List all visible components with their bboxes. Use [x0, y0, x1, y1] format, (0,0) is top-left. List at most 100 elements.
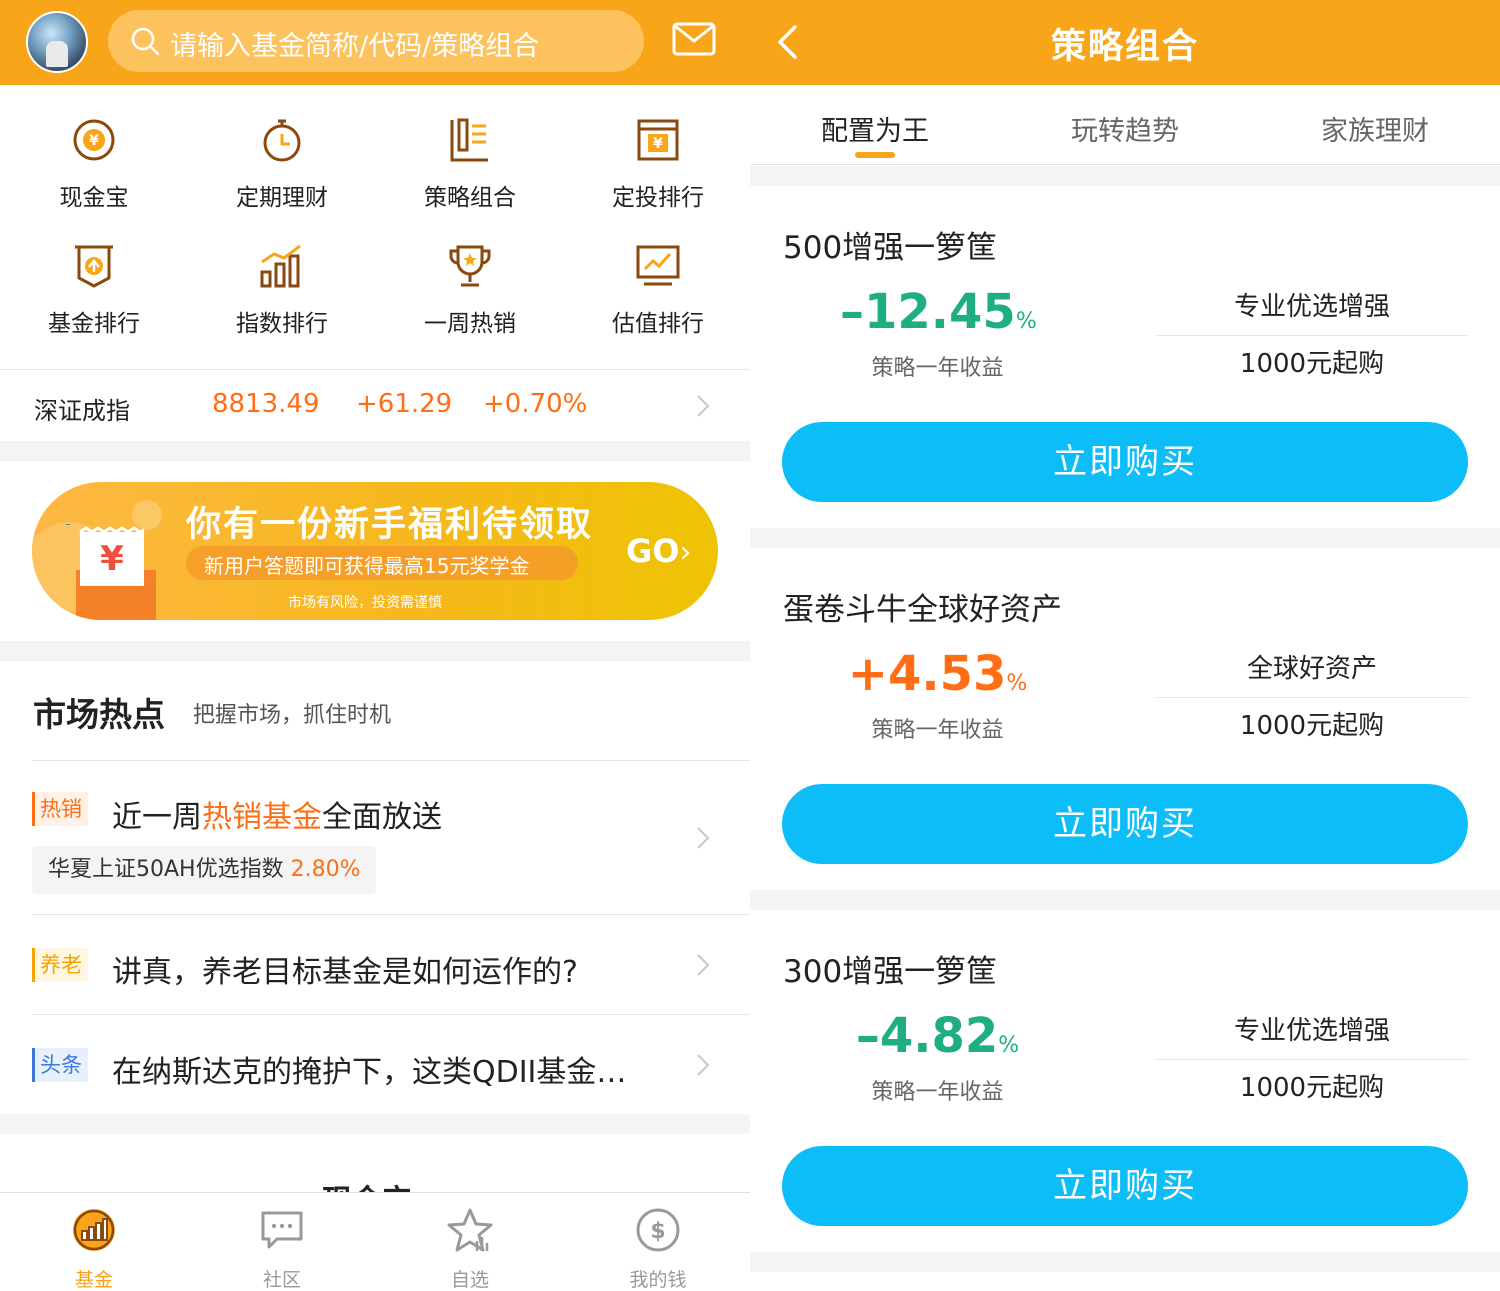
news-item[interactable]: 热销 近一周热销基金全面放送 华夏上证50AH优选指数 2.80% — [32, 762, 750, 914]
news-tag: 头条 — [32, 1048, 88, 1082]
grid-item-cash[interactable]: ¥ 现金宝 — [0, 108, 188, 223]
index-quote-row[interactable]: 深证成指 8813.49 +61.29 +0.70% — [0, 371, 750, 441]
strategy-tag: 专业优选增强 — [1233, 1016, 1390, 1046]
search-bar[interactable]: 请输入基金简称/代码/策略组合 — [108, 10, 644, 72]
nav-tab-watchlist[interactable]: 自选 — [376, 1193, 564, 1291]
banner-risk-note: 市场有风险，投资需谨慎 — [288, 595, 442, 611]
strategy-min-purchase: 1000元起购 — [1239, 349, 1385, 379]
nav-label: 自选 — [450, 1269, 489, 1291]
news-title-pre: 近一周 — [112, 800, 202, 835]
market-hot-title: 市场热点 — [33, 695, 165, 734]
cash-yen-icon: ¥ — [73, 119, 115, 161]
news-tag: 养老 — [32, 948, 88, 982]
news-title: 讲真，养老目标基金是如何运作的? — [112, 955, 578, 990]
return-label: 策略一年收益 — [871, 718, 1004, 743]
return-label: 策略一年收益 — [871, 356, 1004, 381]
grid-item-fixed-term[interactable]: 定期理财 — [188, 108, 376, 223]
strategy-name: 500增强一箩筐 — [783, 230, 998, 266]
grid-label: 定投排行 — [612, 185, 704, 211]
nav-label: 社区 — [262, 1269, 301, 1291]
grid-item-weekly-hot[interactable]: 一周热销 — [376, 234, 564, 349]
chevron-right-icon: › — [679, 535, 692, 570]
section-gap — [750, 166, 1500, 186]
divider — [1156, 335, 1468, 336]
fund-chip[interactable]: 华夏上证50AH优选指数 2.80% — [32, 846, 377, 894]
divider — [1156, 1059, 1468, 1060]
search-placeholder: 请输入基金简称/代码/策略组合 — [170, 31, 540, 62]
section-gap — [0, 641, 750, 661]
news-item[interactable]: 头条 在纳斯达克的掩护下，这类QDII基金… — [32, 1015, 750, 1114]
strategy-card[interactable]: 500增强一箩筐 –12.45% 策略一年收益 专业优选增强 1000元起购 立… — [750, 186, 1500, 526]
index-change: +61.29 — [356, 389, 453, 419]
quick-entry-grid: ¥ 现金宝 定期理财 策略组合 ¥ 定投排行 基金排行 指数排行 一周热销 估值… — [0, 108, 750, 348]
divider — [1156, 697, 1468, 698]
stopwatch-icon — [263, 119, 301, 162]
newbie-gift-banner[interactable]: ¥ 你有一份新手福利待领取 新用户答题即可获得最高15元奖学金 市场有风险，投资… — [32, 482, 718, 620]
grid-item-aip-rank[interactable]: ¥ 定投排行 — [564, 108, 750, 223]
grid-label: 现金宝 — [59, 185, 129, 211]
return-unit: % — [998, 1033, 1020, 1058]
nav-label: 我的钱 — [629, 1269, 687, 1291]
nav-tab-fund[interactable]: 基金 — [0, 1193, 188, 1291]
strategy-tag: 全球好资产 — [1246, 654, 1377, 684]
active-tab-indicator — [855, 152, 895, 158]
grid-label: 基金排行 — [48, 311, 140, 337]
strategy-min-purchase: 1000元起购 — [1239, 711, 1385, 741]
buy-now-button[interactable]: 立即购买 — [782, 784, 1468, 864]
tab-trend[interactable]: 玩转趋势 — [1000, 109, 1250, 148]
section-gap — [750, 528, 1500, 548]
grid-item-valuation-rank[interactable]: 估值排行 — [564, 234, 750, 349]
fund-percent: 2.80% — [290, 857, 361, 882]
chevron-right-icon — [697, 395, 710, 417]
market-hot-subtitle: 把握市场，抓住时机 — [193, 703, 392, 728]
svg-text:¥: ¥ — [89, 133, 99, 149]
chat-bubble-icon — [261, 1211, 303, 1249]
arrow-up-shield-icon — [75, 245, 113, 288]
fund-name: 华夏上证50AH优选指数 — [48, 857, 284, 882]
page-title: 策略组合 — [1050, 27, 1199, 67]
nav-tab-my-money[interactable]: $ 我的钱 — [564, 1193, 750, 1291]
strategy-return: –4.82% — [840, 1008, 1035, 1064]
grid-item-strategy[interactable]: 策略组合 — [376, 108, 564, 223]
fund-home-screen: 请输入基金简称/代码/策略组合 ¥ 现金宝 定期理财 策略组合 ¥ 定投排行 基… — [0, 0, 750, 1291]
svg-text:¥: ¥ — [653, 136, 663, 152]
mail-icon[interactable] — [672, 22, 716, 56]
grid-label: 定期理财 — [236, 185, 328, 211]
grid-label: 指数排行 — [236, 311, 328, 337]
nav-tab-community[interactable]: 社区 — [188, 1193, 376, 1291]
avatar[interactable] — [26, 11, 88, 73]
tab-family[interactable]: 家族理财 — [1250, 109, 1500, 148]
index-value: 8813.49 — [212, 389, 320, 419]
news-item[interactable]: 养老 讲真，养老目标基金是如何运作的? — [32, 915, 750, 1014]
buy-now-button[interactable]: 立即购买 — [782, 422, 1468, 502]
strategy-return: –12.45% — [840, 284, 1037, 340]
return-value: –4.82 — [855, 1008, 999, 1064]
return-value: –12.45 — [840, 284, 1016, 340]
buy-now-button[interactable]: 立即购买 — [782, 1146, 1468, 1226]
chevron-right-icon — [697, 827, 710, 849]
banner-subtitle: 新用户答题即可获得最高15元奖学金 — [204, 554, 530, 578]
chevron-right-icon — [697, 954, 710, 976]
divider — [32, 760, 750, 761]
fund-chart-icon — [73, 1209, 115, 1251]
return-label: 策略一年收益 — [871, 1080, 1004, 1105]
divider — [0, 369, 750, 370]
strategy-return: +4.53% — [840, 646, 1035, 702]
return-unit: % — [1015, 309, 1037, 334]
news-tag: 热销 — [32, 792, 88, 826]
grid-label: 策略组合 — [424, 185, 516, 211]
search-icon — [131, 27, 160, 56]
strategy-doc-icon — [450, 118, 488, 162]
return-value: +4.53 — [847, 646, 1007, 702]
banner-go-button[interactable]: GO› — [626, 532, 691, 570]
strategy-card[interactable]: 300增强一箩筐 –4.82% 策略一年收益 专业优选增强 1000元起购 立即… — [750, 910, 1500, 1250]
nav-label: 基金 — [74, 1269, 113, 1291]
grid-item-fund-rank[interactable]: 基金排行 — [0, 234, 188, 349]
grid-item-index-rank[interactable]: 指数排行 — [188, 234, 376, 349]
news-title: 近一周热销基金全面放送 — [112, 792, 442, 836]
news-title-highlight: 热销基金 — [202, 800, 322, 835]
strategy-tag: 专业优选增强 — [1233, 292, 1390, 322]
strategy-card[interactable]: 蛋卷斗牛全球好资产 +4.53% 策略一年收益 全球好资产 1000元起购 立即… — [750, 548, 1500, 888]
trophy-icon — [449, 245, 491, 287]
tab-allocation[interactable]: 配置为王 — [750, 109, 1000, 148]
